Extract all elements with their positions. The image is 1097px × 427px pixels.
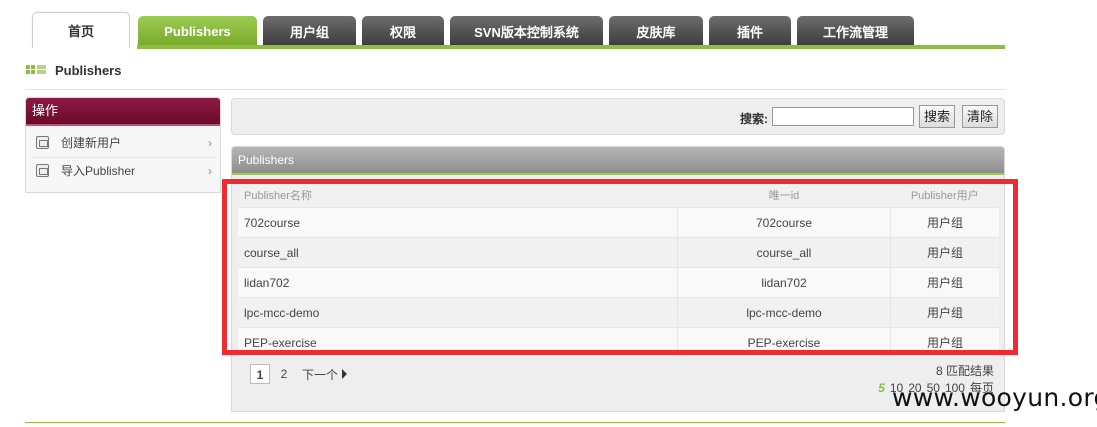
form-icon (36, 164, 49, 177)
column-header-id[interactable]: 唯一id (677, 183, 891, 208)
pagination: 1 2 下一个 (250, 363, 348, 385)
sidebar-item-label: 创建新用户 (61, 136, 122, 150)
tab-permissions[interactable]: 权限 (362, 16, 444, 46)
publisher-id-cell: lpc-mcc-demo (677, 297, 891, 328)
publisher-users-link[interactable]: 用户组 (890, 207, 999, 238)
form-icon (36, 136, 49, 149)
publisher-id-cell: lidan702 (677, 267, 891, 298)
arrow-right-icon (342, 369, 348, 379)
page-2-button[interactable]: 2 (274, 364, 294, 384)
result-count: 8 匹配结果 (935, 364, 994, 378)
chevron-right-icon: › (208, 164, 212, 178)
publisher-id-cell: course_all (677, 237, 891, 268)
publisher-name-cell[interactable]: lidan702 (238, 267, 678, 298)
search-bar: 搜索: 搜索 清除 (231, 98, 1005, 135)
top-navigation: 首页 Publishers 用户组 权限 SVN版本控制系统 皮肤库 插件 工作… (0, 0, 1097, 49)
table-row: lpc-mcc-demo lpc-mcc-demo 用户组 (238, 297, 999, 328)
breadcrumb: Publishers (26, 61, 121, 79)
sidebar: 操作 创建新用户 › 导入Publisher › (25, 97, 221, 193)
table-row: 702course 702course 用户组 (238, 207, 999, 238)
publisher-name-cell[interactable]: PEP-exercise (238, 327, 678, 357)
table-header-row: Publisher名称 唯一id Publisher用户 (238, 183, 999, 208)
tab-publishers[interactable]: Publishers (138, 16, 257, 46)
search-input[interactable] (772, 107, 914, 126)
table-row: lidan702 lidan702 用户组 (238, 267, 999, 298)
sidebar-header: 操作 (26, 98, 220, 126)
search-label: 搜索: (740, 112, 768, 126)
next-page-label: 下一个 (302, 367, 339, 382)
tab-plugins[interactable]: 插件 (709, 16, 791, 46)
tab-svn[interactable]: SVN版本控制系统 (450, 16, 603, 46)
footer-divider (25, 422, 1005, 423)
column-header-name[interactable]: Publisher名称 (238, 183, 678, 208)
page-1-button[interactable]: 1 (250, 364, 270, 384)
publishers-table: Publisher名称 唯一id Publisher用户 702course 7… (238, 183, 999, 357)
sidebar-item-label: 导入Publisher (61, 164, 136, 178)
publisher-id-cell: 702course (677, 207, 891, 238)
grid-icon (26, 65, 46, 75)
publisher-users-link[interactable]: 用户组 (890, 297, 999, 328)
publishers-panel: Publishers Publisher名称 唯一id Publisher用户 … (231, 146, 1005, 412)
page-title: Publishers (55, 62, 122, 78)
publisher-name-cell[interactable]: course_all (238, 237, 678, 268)
panel-title: Publishers (232, 147, 1004, 175)
column-header-users[interactable]: Publisher用户 (890, 183, 999, 208)
tab-user-groups[interactable]: 用户组 (263, 16, 356, 46)
tab-home[interactable]: 首页 (32, 12, 130, 48)
publisher-users-link[interactable]: 用户组 (890, 267, 999, 298)
tab-skins[interactable]: 皮肤库 (609, 16, 703, 46)
search-button[interactable]: 搜索 (919, 105, 955, 128)
sidebar-item-import-publisher[interactable]: 导入Publisher › (30, 158, 216, 185)
per-page-option[interactable]: 5 (878, 381, 885, 395)
watermark: www.wooyun.org (892, 383, 1097, 412)
sidebar-item-create-user[interactable]: 创建新用户 › (30, 130, 216, 158)
nav-accent-bar (137, 45, 1005, 49)
publisher-users-link[interactable]: 用户组 (890, 327, 999, 357)
publisher-name-cell[interactable]: 702course (238, 207, 678, 238)
publisher-name-cell[interactable]: lpc-mcc-demo (238, 297, 678, 328)
publisher-users-link[interactable]: 用户组 (890, 237, 999, 268)
next-page-link[interactable]: 下一个 (302, 366, 348, 383)
table-row: course_all course_all 用户组 (238, 237, 999, 268)
tab-workflow[interactable]: 工作流管理 (797, 16, 914, 46)
divider (25, 89, 1005, 90)
publisher-id-cell: PEP-exercise (677, 327, 891, 357)
chevron-right-icon: › (208, 136, 212, 150)
table-row: PEP-exercise PEP-exercise 用户组 (238, 327, 999, 357)
clear-button[interactable]: 清除 (962, 105, 998, 128)
